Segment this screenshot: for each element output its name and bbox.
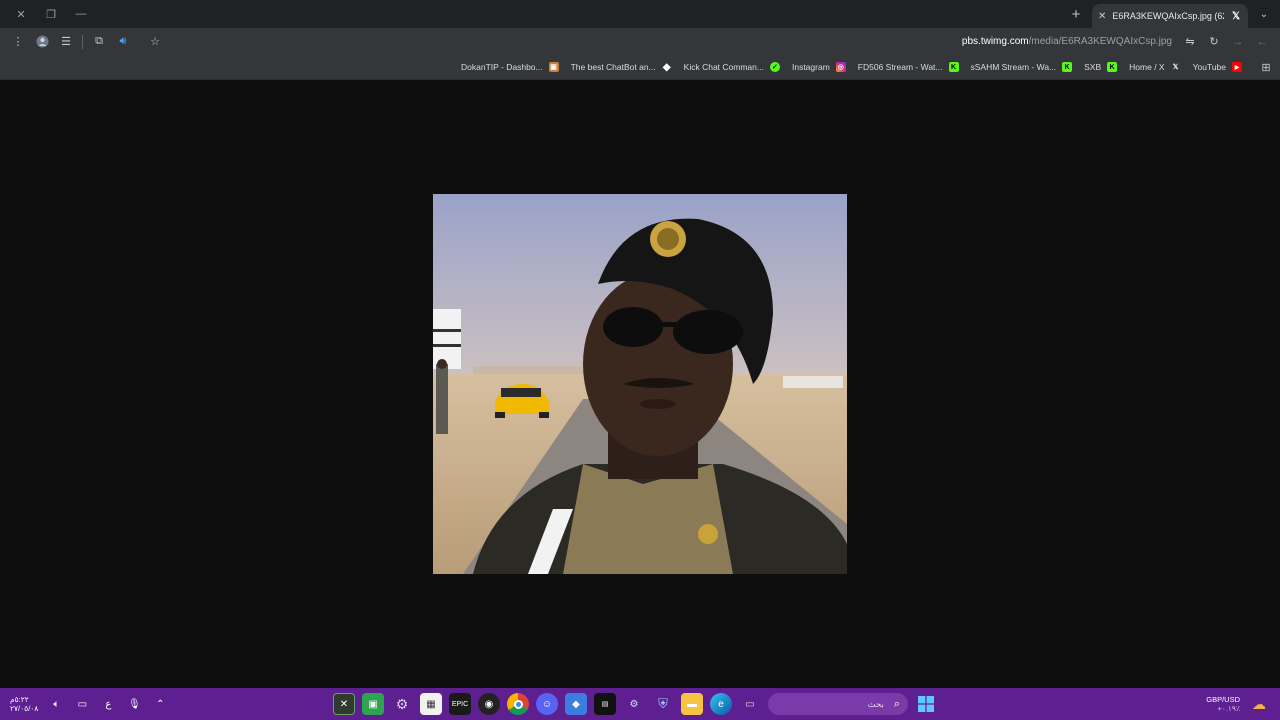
terminal-app-icon[interactable]: ✕	[333, 693, 355, 715]
bookmark-kick-chat[interactable]: Kick Chat Comman... ✓	[680, 62, 784, 72]
bookmark-label: Kick Chat Comman...	[683, 62, 764, 72]
bookmark-label: Home / X	[1129, 62, 1165, 72]
ticker-change: +٠.١٩٪	[1217, 704, 1240, 713]
bookmark-label: Instagram	[791, 62, 830, 72]
reload-icon[interactable]: ↻	[1202, 30, 1226, 54]
obs-studio-icon[interactable]: ◉	[478, 693, 500, 715]
tab-title: E6RA3KEWQAIxCsp.jpg (621×5	[1112, 11, 1224, 21]
search-icon: ⌕	[893, 697, 900, 710]
forward-arrow-icon[interactable]: ←	[1250, 30, 1274, 54]
chatbot-icon: ◆	[662, 61, 671, 73]
bookmark-home-x[interactable]: Home / X 𝕏	[1125, 62, 1184, 72]
epic-games-icon[interactable]: EPIC	[449, 693, 471, 715]
instagram-icon: ◎	[835, 62, 846, 72]
ticker-symbol: GBP/USD	[1206, 695, 1240, 704]
read-aloud-icon[interactable]: 🔊︎	[111, 30, 135, 54]
discord-icon[interactable]: ☺	[536, 693, 558, 715]
back-arrow-icon[interactable]: →	[1226, 30, 1250, 54]
active-tab[interactable]: ✕ E6RA3KEWQAIxCsp.jpg (621×5 𝕏	[1092, 4, 1248, 28]
clock-time: ٥:٢٢م	[10, 695, 29, 704]
tab-search-icon[interactable]: ⌄	[1252, 2, 1276, 26]
taskbar-search[interactable]: بحث ⌕	[768, 693, 908, 715]
media-app-icon[interactable]: ▤	[594, 693, 616, 715]
new-tab-button[interactable]: +	[1064, 2, 1088, 26]
shop-icon: ▣	[548, 62, 559, 72]
taskbar-clock[interactable]: ٥:٢٢م ٢٧/٠٥/٠٨	[10, 695, 38, 713]
keyboard-language[interactable]: ع	[100, 696, 116, 712]
tab-close-icon[interactable]: ✕	[1098, 11, 1106, 22]
android-app-icon[interactable]: ▣	[362, 693, 384, 715]
weather-widget-icon[interactable]: ☁	[1248, 693, 1270, 715]
bookmark-label: FD506 Stream - Wat...	[857, 62, 943, 72]
browser-toolbar: ⋮ ☰ ⧉ 🔊︎ ☆ pbs.twimg.com/media/E6RA3KEWQ…	[0, 28, 1280, 55]
roblox-icon[interactable]: ◆	[565, 693, 587, 715]
steam-icon[interactable]: ⚙	[623, 693, 645, 715]
file-explorer-icon[interactable]: ▬	[681, 693, 703, 715]
restore-window-icon[interactable]: ❐	[36, 0, 66, 28]
security-shield-icon[interactable]: ⛨	[652, 693, 674, 715]
minimize-window-icon[interactable]: —	[66, 0, 96, 28]
kick-icon: K	[1107, 62, 1118, 72]
clock-date: ٢٧/٠٥/٠٨	[10, 704, 39, 713]
x-logo-icon: 𝕏	[1172, 64, 1179, 71]
bookmark-label: The best ChatBot an...	[570, 62, 656, 72]
show-hidden-icons-chevron-icon[interactable]: ⌃	[152, 696, 168, 712]
bookmark-label: YouTube	[1192, 62, 1226, 72]
settings-gear-icon[interactable]: ⚙	[391, 693, 413, 715]
network-icon[interactable]: ▭	[74, 696, 90, 712]
chrome-browser-icon[interactable]	[507, 693, 529, 715]
bookmark-label: sSAHM Stream - Wa...	[970, 62, 1057, 72]
kick-icon: K	[948, 62, 959, 72]
youtube-icon: ▶	[1232, 62, 1242, 72]
bookmark-label: DokanTIP - Dashbo...	[461, 62, 543, 72]
bookmark-fd506[interactable]: FD506 Stream - Wat... K	[854, 62, 963, 72]
bookmarks-bar: DokanTIP - Dashbo... ▣ The best ChatBot …	[0, 55, 1280, 80]
ticker-widget[interactable]: GBP/USD +٠.١٩٪	[1206, 695, 1240, 713]
apps-grid-icon[interactable]: ⊞	[1256, 57, 1276, 77]
edge-browser-icon[interactable]: e	[710, 693, 732, 715]
x-logo-icon: 𝕏	[1231, 10, 1241, 22]
url-text: pbs.twimg.com/media/E6RA3KEWQAIxCsp.jpg	[961, 36, 1172, 47]
tab-strip: ✕ ❐ — + ✕ E6RA3KEWQAIxCsp.jpg (621×5 𝕏 ⌄	[0, 0, 1280, 28]
bookmark-dokantip[interactable]: DokanTIP - Dashbo... ▣	[457, 62, 563, 72]
system-tray: ٥:٢٢م ٢٧/٠٥/٠٨ 🔈︎ ▭ ع 🎙︎ ⌃	[10, 688, 168, 720]
task-view-icon[interactable]: ▭	[739, 693, 761, 715]
site-settings-icon[interactable]: ⇋	[1178, 30, 1202, 54]
viewed-photo[interactable]	[433, 194, 847, 574]
bookmark-sxb[interactable]: SXB K	[1080, 62, 1121, 72]
bookmark-label: SXB	[1084, 62, 1102, 72]
search-placeholder: بحث	[867, 698, 884, 709]
bookmark-star-icon[interactable]: ☆	[143, 30, 167, 54]
extension-avatar-icon[interactable]	[30, 30, 54, 54]
kick-icon: ✓	[769, 62, 780, 72]
store-app-icon[interactable]: ▦	[420, 693, 442, 715]
menu-dots-icon[interactable]: ⋮	[6, 30, 30, 54]
bookmark-chatbot[interactable]: The best ChatBot an... ◆	[567, 61, 676, 73]
reading-list-icon[interactable]: ☰	[54, 30, 78, 54]
taskbar-apps: ✕ ▣ ⚙ ▦ EPIC ◉ ☺ ◆ ▤ ⚙ ⛨ ▬ e ▭ بحث ⌕	[333, 688, 937, 720]
volume-icon[interactable]: 🔈︎	[48, 696, 64, 712]
windows-start-icon[interactable]	[915, 693, 937, 715]
image-viewer	[0, 81, 1280, 688]
microphone-icon[interactable]: 🎙︎	[126, 696, 142, 712]
address-bar[interactable]: pbs.twimg.com/media/E6RA3KEWQAIxCsp.jpg	[167, 31, 1178, 53]
bookmark-ssahm[interactable]: sSAHM Stream - Wa... K	[967, 62, 1077, 72]
widgets-tray: GBP/USD +٠.١٩٪ ☁	[1206, 688, 1270, 720]
taskbar: ٥:٢٢م ٢٧/٠٥/٠٨ 🔈︎ ▭ ع 🎙︎ ⌃ ✕ ▣ ⚙ ▦ EPIC …	[0, 688, 1280, 720]
extensions-puzzle-icon[interactable]: ⧉	[87, 30, 111, 54]
bookmark-instagram[interactable]: Instagram ◎	[788, 62, 850, 72]
photo-illustration	[433, 194, 847, 574]
browser-window: ✕ ❐ — + ✕ E6RA3KEWQAIxCsp.jpg (621×5 𝕏 ⌄…	[0, 0, 1280, 720]
kick-icon: K	[1062, 62, 1073, 72]
close-window-icon[interactable]: ✕	[6, 0, 36, 28]
toolbar-separator	[82, 34, 83, 49]
window-controls: ✕ ❐ —	[6, 0, 96, 28]
bookmark-youtube[interactable]: YouTube ▶	[1189, 62, 1246, 72]
